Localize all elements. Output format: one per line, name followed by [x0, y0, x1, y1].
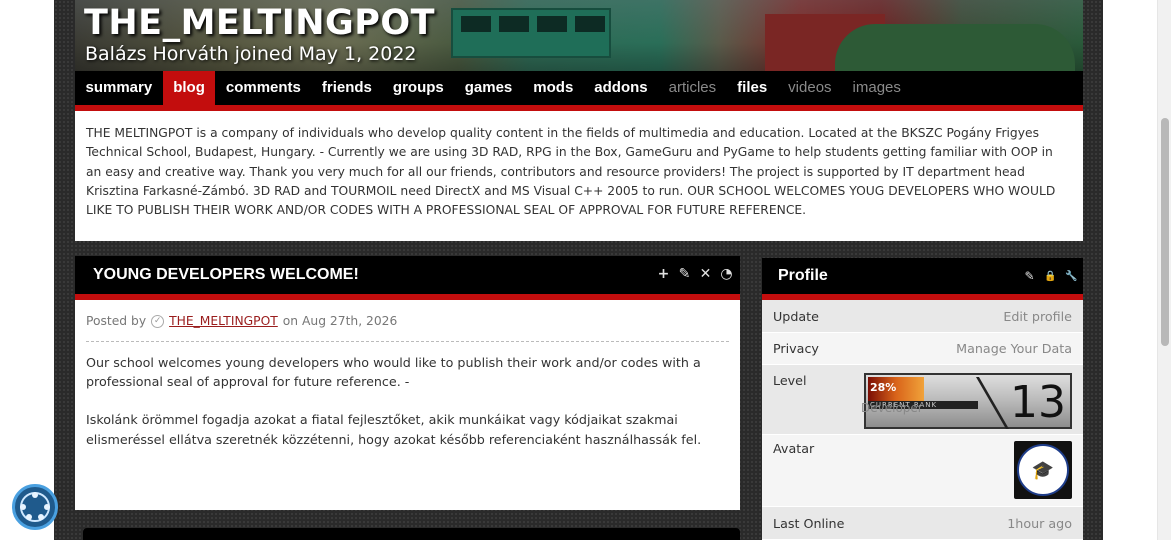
profile-row-level: Level 28% CURRENT RANK 13: [762, 365, 1083, 435]
last-online-value: 1hour ago: [1007, 515, 1072, 531]
profile-nav: summary blog comments friends groups gam…: [75, 71, 1083, 105]
tab-mods[interactable]: mods: [523, 71, 584, 105]
tab-images: images: [852, 79, 901, 96]
tab-addons[interactable]: addons: [584, 71, 658, 105]
tab-files[interactable]: files: [727, 71, 778, 105]
profile-banner: THE_MELTINGPOT Balázs Horváth joined May…: [75, 0, 1083, 71]
banner-train-image: [451, 8, 611, 58]
tab-summary[interactable]: summary: [75, 71, 163, 105]
tab-blog[interactable]: blog: [162, 71, 216, 105]
post-paragraph: Our school welcomes young developers who…: [86, 355, 701, 390]
tab-friends[interactable]: friends: [311, 71, 382, 105]
profile-tools: ✎ 🔒 🔧: [1022, 269, 1079, 284]
add-icon[interactable]: +: [656, 267, 671, 282]
page-title: THE_MELTINGPOT: [84, 3, 436, 43]
level-label: Level: [773, 373, 807, 388]
profile-header: Profile ✎ 🔒 🔧: [762, 258, 1083, 294]
rss-icon[interactable]: ◔: [719, 267, 734, 282]
profile-row-avatar: Avatar 🎓: [762, 435, 1083, 507]
post-divider: [86, 341, 729, 342]
banner-window: [461, 16, 491, 32]
tab-games[interactable]: games: [454, 71, 523, 105]
verified-icon: ✓: [151, 314, 165, 328]
chat-icon-dot: [32, 492, 38, 498]
profile-row-privacy: Privacy Manage Your Data: [762, 333, 1083, 365]
chat-icon-dot: [38, 514, 44, 520]
banner-window: [537, 16, 567, 32]
wrench-icon[interactable]: 🔧: [1064, 269, 1079, 284]
chat-icon-dot: [20, 504, 26, 510]
profile-table: Update Edit profile Privacy Manage Your …: [762, 300, 1083, 540]
chat-icon: [20, 492, 50, 522]
post-meta: Posted by ✓ THE_MELTINGPOT on Aug 27th, …: [86, 314, 729, 328]
last-online-label: Last Online: [773, 515, 845, 531]
profile-title: Profile: [778, 267, 828, 284]
chat-icon-dot: [26, 514, 32, 520]
delete-icon[interactable]: ✕: [698, 267, 713, 282]
scrollbar-thumb[interactable]: [1161, 118, 1169, 346]
post-paragraph: Iskolánk örömmel fogadja azokat a fiatal…: [86, 412, 702, 447]
rank-percent: 28%: [870, 381, 897, 394]
join-info: Balázs Horváth joined May 1, 2022: [85, 43, 417, 65]
privacy-label: Privacy: [773, 341, 819, 356]
blog-tools: + ✎ ✕ ◔: [656, 267, 734, 282]
rank-title: Developer: [861, 401, 923, 415]
avatar-label: Avatar: [773, 441, 815, 456]
tab-comments[interactable]: comments: [215, 71, 311, 105]
update-label: Update: [773, 308, 819, 324]
chat-widget-button[interactable]: [12, 484, 58, 530]
banner-window: [499, 16, 529, 32]
profile-row-last-online: Last Online 1hour ago: [762, 507, 1083, 540]
blog-header: YOUNG DEVELOPERS WELCOME! + ✎ ✕ ◔: [75, 256, 740, 294]
tab-groups[interactable]: groups: [382, 71, 454, 105]
blog-title[interactable]: YOUNG DEVELOPERS WELCOME!: [93, 266, 359, 284]
tab-articles: articles: [668, 79, 717, 96]
chat-icon-dot: [44, 504, 50, 510]
profile-description: THE MELTINGPOT is a company of individua…: [75, 111, 1083, 241]
banner-car-image: [835, 24, 1075, 71]
post-date: on Aug 27th, 2026: [282, 314, 398, 328]
page-scrollbar[interactable]: [1157, 0, 1171, 540]
banner-window: [575, 16, 605, 32]
next-panel-header: [83, 528, 740, 540]
author-link[interactable]: THE_MELTINGPOT: [169, 314, 278, 328]
profile-row-update: Update Edit profile: [762, 300, 1083, 333]
rank-number: 13: [1010, 377, 1066, 428]
posted-by-label: Posted by: [86, 314, 147, 328]
edit-icon[interactable]: ✎: [677, 267, 692, 282]
edit-profile-link[interactable]: Edit profile: [1003, 309, 1072, 324]
lock-icon[interactable]: 🔒: [1043, 269, 1058, 284]
blog-post: Posted by ✓ THE_MELTINGPOT on Aug 27th, …: [75, 300, 740, 510]
avatar[interactable]: 🎓: [1014, 441, 1072, 499]
edit-icon[interactable]: ✎: [1022, 269, 1037, 284]
manage-data-link[interactable]: Manage Your Data: [956, 341, 1072, 356]
school-logo-icon: 🎓: [1017, 444, 1069, 496]
tab-videos: videos: [788, 79, 832, 96]
